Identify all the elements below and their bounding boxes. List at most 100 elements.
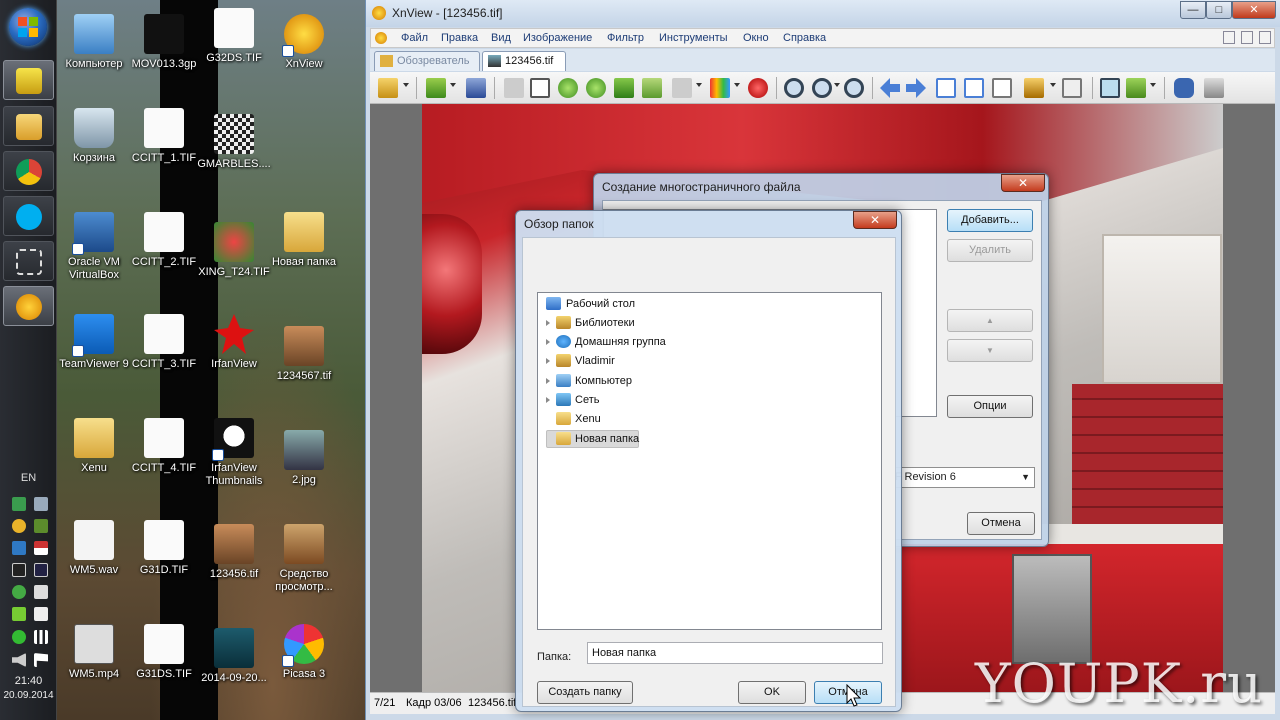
format-select[interactable]: FF Revision 6 ▼ [883,467,1035,488]
move-down-button[interactable]: ▼ [947,339,1033,362]
tray-lav2-icon[interactable] [34,563,48,577]
desktop-icon-g31d[interactable]: G31D.TIF [127,520,201,577]
minimize-button[interactable]: — [1180,1,1206,19]
rotate-left-icon[interactable] [558,78,578,98]
tray-app2-icon[interactable] [34,519,48,533]
add-button[interactable]: Добавить... [947,209,1033,232]
dropdown-arrow-icon[interactable] [1050,83,1056,87]
taskbar-snipping[interactable] [3,241,54,281]
tray-app3-icon[interactable] [12,607,26,621]
convert-icon[interactable] [642,78,662,98]
tray-lav-icon[interactable] [12,563,26,577]
tree-view-icon[interactable] [378,78,398,98]
desktop-icon-wm5-wav[interactable]: WM5.wav [57,520,131,577]
scan-icon[interactable] [504,78,524,98]
export-icon[interactable] [614,78,634,98]
tray-chrome-icon[interactable] [12,585,26,599]
dropdown-arrow-icon[interactable] [834,83,840,87]
filter-icon[interactable] [748,78,768,98]
desktop-icon-xnview[interactable]: XnView [267,14,341,71]
menu-image[interactable]: Изображение [523,32,592,44]
tree-node-network[interactable]: Сеть [546,391,866,409]
desktop-icon-ccitt1[interactable]: CCITT_1.TIF [127,108,201,165]
desktop-icon-photo-viewer[interactable]: Средство просмотр... [267,524,341,594]
desktop-icon-irfanview[interactable]: IrfanView [197,314,271,371]
desktop-icon-g32ds[interactable]: G32DS.TIF [197,8,271,65]
desktop-icon-1234567[interactable]: 1234567.tif [267,326,341,383]
desktop-icon-screenshot[interactable]: 2014-09-20... [197,628,271,685]
desktop-icon-ccitt2[interactable]: CCITT_2.TIF [127,212,201,269]
volume-icon[interactable] [12,653,26,667]
action-center-flag-icon[interactable] [34,653,48,667]
print-icon[interactable] [1204,78,1224,98]
tab-browser[interactable]: Обозреватель [374,51,480,71]
expand-arrow-icon[interactable] [546,378,550,384]
dropdown-arrow-icon[interactable] [450,83,456,87]
tree-node-xenu[interactable]: Xenu [546,410,866,428]
crop-icon[interactable] [530,78,550,98]
mdi-minimize-button[interactable] [1223,31,1235,44]
mdi-close-button[interactable] [1259,31,1271,44]
desktop-icon-ccitt3[interactable]: CCITT_3.TIF [127,314,201,371]
page-icon[interactable] [992,78,1012,98]
slideshow-icon[interactable] [1024,78,1044,98]
tray-app4-icon[interactable] [34,607,48,621]
menu-edit[interactable]: Правка [441,32,478,44]
open-icon[interactable] [426,78,446,98]
clock-time[interactable]: 21:40 [0,675,57,687]
desktop-icon-123456[interactable]: 123456.tif [197,524,271,581]
capture-icon[interactable] [1062,78,1082,98]
binoculars-icon[interactable] [1174,78,1194,98]
save-icon[interactable] [466,78,486,98]
last-page-icon[interactable] [964,78,984,98]
multipage-dialog-close-button[interactable]: ✕ [1001,174,1045,192]
ok-button[interactable]: OK [738,681,806,704]
tray-flag-icon[interactable] [34,541,48,555]
create-folder-button[interactable]: Создать папку [537,681,633,704]
first-page-icon[interactable] [936,78,956,98]
desktop-icon-new-folder[interactable]: Новая папка [267,212,341,269]
expand-arrow-icon[interactable] [546,339,550,345]
desktop-icon-virtualbox[interactable]: Oracle VM VirtualBox [57,212,131,282]
browse-dialog-close-button[interactable]: ✕ [853,211,897,229]
taskbar-explorer[interactable] [3,106,54,146]
remove-button[interactable]: Удалить [947,239,1033,262]
multipage-cancel-button[interactable]: Отмена [967,512,1035,535]
language-indicator[interactable]: EN [0,472,57,484]
batch-icon[interactable] [672,78,692,98]
tray-device-icon[interactable] [34,585,48,599]
xnview-titlebar[interactable]: XnView - [123456.tif] — □ ✕ [366,0,1280,27]
expand-arrow-icon[interactable] [546,397,550,403]
menu-tools[interactable]: Инструменты [659,32,728,44]
dropdown-arrow-icon[interactable] [1150,83,1156,87]
dropdown-arrow-icon[interactable] [696,83,702,87]
next-icon[interactable] [906,78,926,98]
desktop-icon-wm5-mp4[interactable]: WM5.mp4 [57,624,131,681]
tree-node-user[interactable]: Vladimir [546,352,866,370]
menu-help[interactable]: Справка [783,32,826,44]
tree-node-new-folder[interactable]: Новая папка [546,430,866,448]
signal-icon[interactable] [34,630,48,644]
taskbar-movie-app[interactable] [3,60,54,100]
desktop-icon-gmarbles[interactable]: GMARBLES.... [197,114,271,171]
maximize-button[interactable]: □ [1206,1,1232,19]
tray-dropbox-icon[interactable] [12,541,26,555]
taskbar-xnview[interactable] [3,286,54,326]
expand-arrow-icon[interactable] [546,320,550,326]
mdi-restore-button[interactable] [1241,31,1253,44]
desktop-icon-teamviewer[interactable]: TeamViewer 9 [57,314,131,371]
desktop-icon-ccitt4[interactable]: CCITT_4.TIF [127,418,201,475]
tab-image-file[interactable]: 123456.tif [482,51,566,71]
desktop-icon-recycle-bin[interactable]: Корзина [57,108,131,165]
move-up-button[interactable]: ▲ [947,309,1033,332]
menu-view[interactable]: Вид [491,32,511,44]
taskbar-skype[interactable] [3,196,54,236]
tree-node-libraries[interactable]: Библиотеки [546,314,866,332]
dropdown-arrow-icon[interactable] [734,83,740,87]
tree-node-computer[interactable]: Компьютер [546,372,866,390]
menu-file[interactable]: Файл [401,32,428,44]
folder-input[interactable]: Новая папка [587,642,883,664]
menu-app-icon[interactable] [375,32,387,44]
menu-filter[interactable]: Фильтр [607,32,644,44]
desktop-icon-xing[interactable]: XING_T24.TIF [197,222,271,279]
